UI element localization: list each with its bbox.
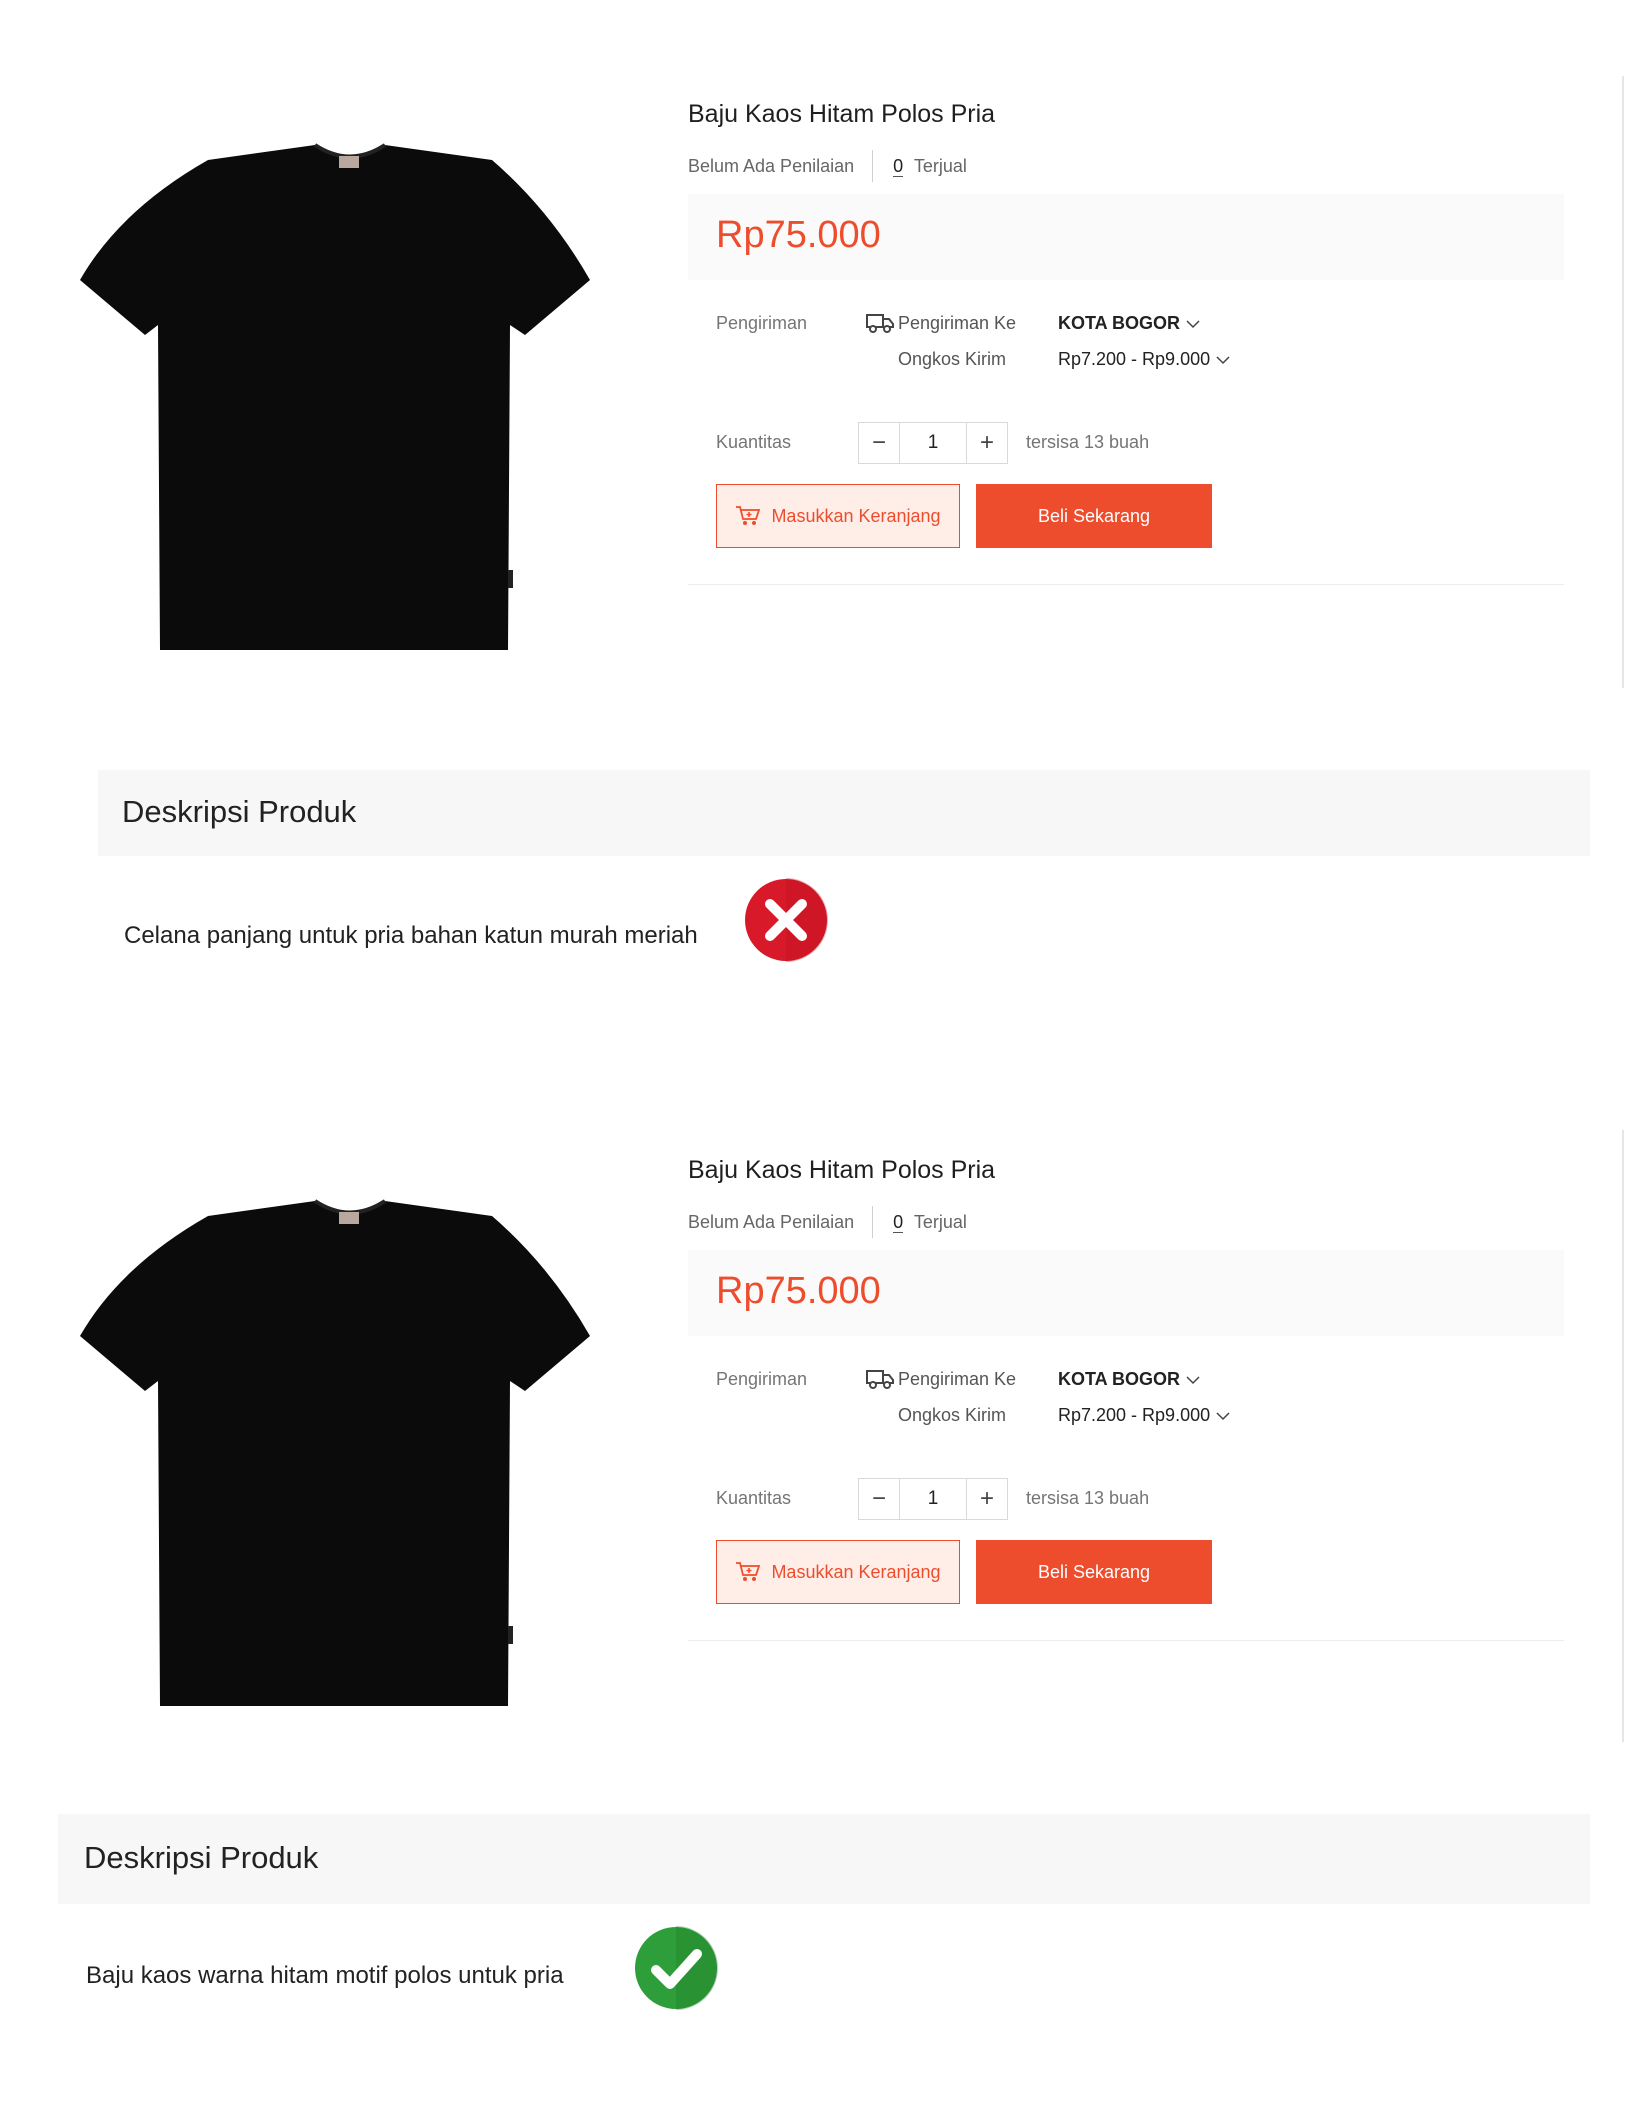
price-box: Rp75.000 xyxy=(688,1250,1564,1336)
increase-button[interactable]: + xyxy=(967,423,1007,463)
product-image xyxy=(80,1186,610,1746)
ship-to-value: KOTA BOGOR xyxy=(1058,313,1180,333)
stock-text: tersisa 13 buah xyxy=(1026,1488,1150,1508)
rating-text: Belum Ada Penilaian xyxy=(688,1211,855,1232)
sold-label: Terjual xyxy=(913,155,967,176)
price: Rp75.000 xyxy=(716,214,881,256)
description-text: Celana panjang untuk pria bahan katun mu… xyxy=(124,922,698,949)
ship-to-label: Pengiriman Ke xyxy=(898,1369,1017,1389)
shipping-label: Pengiriman xyxy=(716,313,808,333)
divider xyxy=(688,584,1564,585)
description-header: Deskripsi Produk xyxy=(98,770,1590,856)
cart-icon xyxy=(736,506,761,525)
add-to-cart-button[interactable]: Masukkan Keranjang xyxy=(716,1540,960,1604)
ongkos-dropdown[interactable]: Rp7.200 - Rp9.000 xyxy=(1058,349,1230,370)
sold-info: 0 Terjual xyxy=(873,155,967,177)
decrease-button[interactable]: − xyxy=(859,423,899,463)
quantity-label: Kuantitas xyxy=(716,1488,792,1508)
quantity-label: Kuantitas xyxy=(716,432,792,452)
ongkos-label: Ongkos Kirim xyxy=(898,349,1007,369)
scroll-edge xyxy=(1622,1130,1624,1742)
quantity-stepper: − 1 + xyxy=(858,1478,1008,1520)
cross-icon xyxy=(745,878,828,962)
product-image xyxy=(80,130,610,690)
check-icon xyxy=(635,1926,718,2010)
description-title: Deskripsi Produk xyxy=(84,1840,319,1875)
buy-now-button[interactable]: Beli Sekarang xyxy=(976,484,1212,548)
price-box: Rp75.000 xyxy=(688,194,1564,280)
truck-icon xyxy=(866,314,894,333)
decrease-button[interactable]: − xyxy=(859,1479,899,1519)
description-text: Baju kaos warna hitam motif polos untuk … xyxy=(86,1962,564,1989)
description-header: Deskripsi Produk xyxy=(58,1814,1590,1904)
sold-info: 0 Terjual xyxy=(873,1211,967,1233)
price: Rp75.000 xyxy=(716,1270,881,1312)
stock-text: tersisa 13 buah xyxy=(1026,432,1150,452)
truck-icon xyxy=(866,1370,894,1389)
chevron-down-icon xyxy=(1216,1411,1230,1420)
divider xyxy=(688,1640,1564,1641)
sold-count: 0 xyxy=(893,1211,904,1233)
tshirt-image xyxy=(80,1199,590,1706)
ship-to-dropdown[interactable]: KOTA BOGOR xyxy=(1058,313,1200,334)
product-meta: Belum Ada Penilaian 0 Terjual xyxy=(688,150,967,182)
buy-now-button[interactable]: Beli Sekarang xyxy=(976,1540,1212,1604)
increase-button[interactable]: + xyxy=(967,1479,1007,1519)
description-title: Deskripsi Produk xyxy=(122,794,357,829)
ongkos-value: Rp7.200 - Rp9.000 xyxy=(1058,1405,1211,1425)
chevron-down-icon xyxy=(1186,1375,1200,1384)
scroll-edge xyxy=(1622,76,1624,688)
tshirt-image xyxy=(80,143,590,650)
ship-to-label: Pengiriman Ke xyxy=(898,313,1017,333)
chevron-down-icon xyxy=(1186,319,1200,328)
product-meta: Belum Ada Penilaian 0 Terjual xyxy=(688,1206,967,1238)
ongkos-value: Rp7.200 - Rp9.000 xyxy=(1058,349,1211,369)
rating-text: Belum Ada Penilaian xyxy=(688,155,855,176)
sold-count: 0 xyxy=(893,155,904,177)
ongkos-dropdown[interactable]: Rp7.200 - Rp9.000 xyxy=(1058,1405,1230,1426)
product-title: Baju Kaos Hitam Polos Pria xyxy=(688,100,996,128)
ongkos-label: Ongkos Kirim xyxy=(898,1405,1007,1425)
product-panel-correct: Baju Kaos Hitam Polos Pria Belum Ada Pen… xyxy=(0,1056,1638,2056)
product-title: Baju Kaos Hitam Polos Pria xyxy=(688,1156,996,1184)
quantity-input[interactable]: 1 xyxy=(899,423,967,463)
chevron-down-icon xyxy=(1216,355,1230,364)
quantity-input[interactable]: 1 xyxy=(899,1479,967,1519)
quantity-stepper: − 1 + xyxy=(858,422,1008,464)
shipping-label: Pengiriman xyxy=(716,1369,808,1389)
product-panel-incorrect: Baju Kaos Hitam Polos Pria Belum Ada Pen… xyxy=(0,0,1638,1000)
add-to-cart-button[interactable]: Masukkan Keranjang xyxy=(716,484,960,548)
cart-icon xyxy=(736,1562,761,1581)
ship-to-dropdown[interactable]: KOTA BOGOR xyxy=(1058,1369,1200,1390)
ship-to-value: KOTA BOGOR xyxy=(1058,1369,1180,1389)
sold-label: Terjual xyxy=(913,1211,967,1232)
add-to-cart-label: Masukkan Keranjang xyxy=(771,505,941,526)
add-to-cart-label: Masukkan Keranjang xyxy=(771,1561,941,1582)
